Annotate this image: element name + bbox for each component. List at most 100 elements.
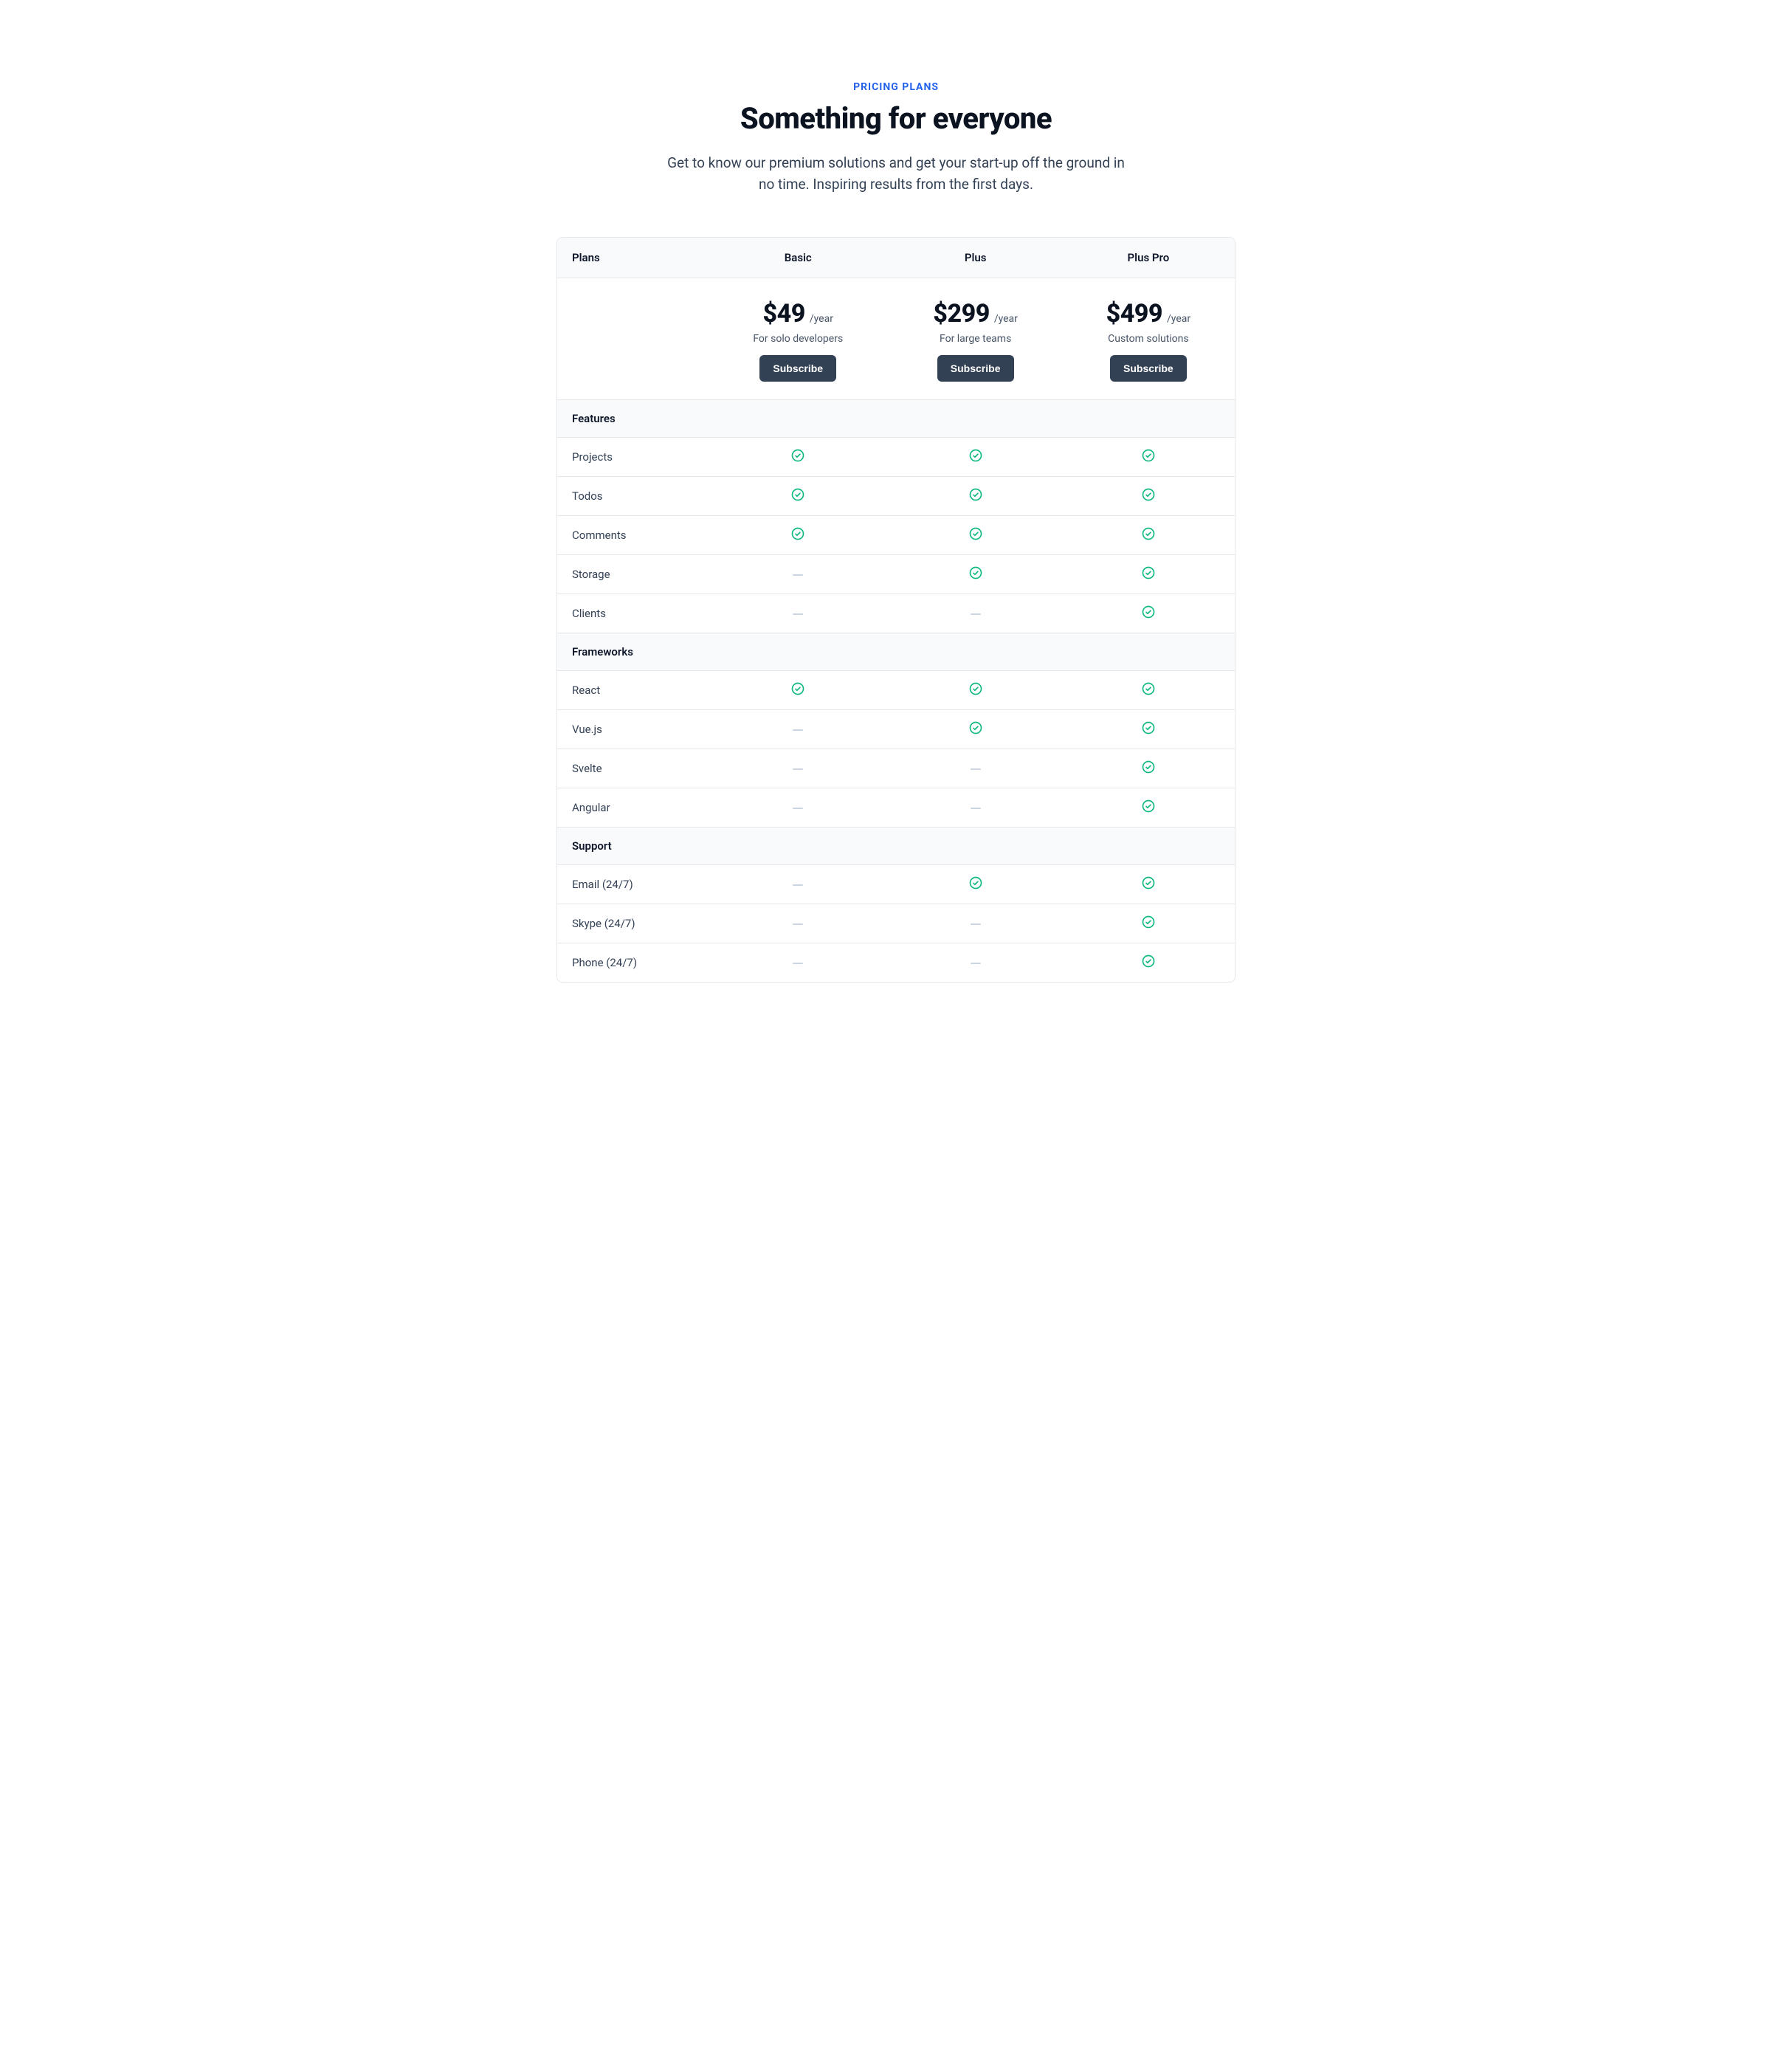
period-basic: /year [810, 313, 833, 325]
check-icon [968, 487, 983, 502]
feature-row: Clients [557, 594, 1235, 633]
feature-value [1062, 476, 1235, 515]
dash-icon [971, 963, 981, 964]
pricing-table-card: Plans Basic Plus Plus Pro $49 /year For … [556, 237, 1236, 983]
price-cell-plus: $299 /year For large teams Subscribe [889, 278, 1062, 399]
feature-row: Vue.js [557, 709, 1235, 749]
feature-value [1062, 515, 1235, 554]
dash-icon [793, 768, 803, 770]
plan-header-row: Plans Basic Plus Plus Pro [557, 238, 1235, 278]
subscribe-button-plus[interactable]: Subscribe [937, 355, 1014, 382]
check-icon [968, 720, 983, 735]
page-subtitle: Get to know our premium solutions and ge… [660, 152, 1132, 196]
price-plus: $299 [933, 299, 989, 328]
check-icon [790, 526, 805, 541]
feature-value [707, 437, 889, 476]
feature-row: Comments [557, 515, 1235, 554]
feature-row: React [557, 670, 1235, 709]
feature-label: Email (24/7) [557, 864, 707, 904]
feature-value [889, 749, 1062, 788]
check-icon [1141, 448, 1156, 463]
check-icon [1141, 565, 1156, 580]
feature-value [707, 476, 889, 515]
dash-icon [793, 729, 803, 731]
feature-value [1062, 709, 1235, 749]
plan-desc-plus: For large teams [898, 333, 1053, 345]
check-icon [968, 448, 983, 463]
dash-icon [793, 613, 803, 615]
feature-value [1062, 554, 1235, 594]
dash-icon [793, 574, 803, 576]
feature-value [889, 594, 1062, 633]
check-icon [790, 448, 805, 463]
check-icon [968, 681, 983, 696]
feature-label: React [557, 670, 707, 709]
subscribe-button-basic[interactable]: Subscribe [759, 355, 836, 382]
plan-header-plus: Plus [889, 238, 1062, 278]
pricing-page: PRICING PLANS Something for everyone Get… [527, 0, 1265, 1042]
subscribe-button-pluspro[interactable]: Subscribe [1110, 355, 1187, 382]
check-icon [1141, 876, 1156, 890]
check-icon [968, 876, 983, 890]
check-icon [968, 565, 983, 580]
section-row: Frameworks [557, 633, 1235, 670]
plan-desc-pluspro: Custom solutions [1071, 333, 1226, 345]
plan-desc-basic: For solo developers [716, 333, 881, 345]
feature-value [889, 437, 1062, 476]
feature-value [707, 943, 889, 982]
check-icon [1141, 681, 1156, 696]
section-title: Support [557, 827, 1235, 864]
feature-label: Comments [557, 515, 707, 554]
check-icon [1141, 954, 1156, 969]
feature-value [707, 515, 889, 554]
feature-row: Email (24/7) [557, 864, 1235, 904]
feature-row: Svelte [557, 749, 1235, 788]
section-title: Frameworks [557, 633, 1235, 670]
feature-value [889, 788, 1062, 827]
feature-label: Vue.js [557, 709, 707, 749]
check-icon [1141, 605, 1156, 619]
feature-value [1062, 864, 1235, 904]
check-icon [1141, 720, 1156, 735]
dash-icon [793, 808, 803, 809]
feature-label: Angular [557, 788, 707, 827]
feature-row: Projects [557, 437, 1235, 476]
plan-header-basic: Basic [707, 238, 889, 278]
feature-row: Skype (24/7) [557, 904, 1235, 943]
feature-label: Todos [557, 476, 707, 515]
check-icon [1141, 760, 1156, 774]
eyebrow: PRICING PLANS [556, 81, 1236, 93]
price-row: $49 /year For solo developers Subscribe … [557, 278, 1235, 399]
feature-value [1062, 670, 1235, 709]
feature-label: Clients [557, 594, 707, 633]
feature-label: Svelte [557, 749, 707, 788]
section-title: Features [557, 399, 1235, 437]
feature-value [707, 670, 889, 709]
dash-icon [971, 808, 981, 809]
feature-value [707, 554, 889, 594]
feature-value [1062, 749, 1235, 788]
feature-label: Projects [557, 437, 707, 476]
feature-row: Todos [557, 476, 1235, 515]
plans-header: Plans [557, 238, 707, 278]
feature-value [889, 864, 1062, 904]
feature-value [889, 904, 1062, 943]
check-icon [1141, 487, 1156, 502]
feature-row: Phone (24/7) [557, 943, 1235, 982]
price-cell-pluspro: $499 /year Custom solutions Subscribe [1062, 278, 1235, 399]
feature-value [1062, 437, 1235, 476]
dash-icon [971, 613, 981, 615]
check-icon [1141, 915, 1156, 929]
feature-value [889, 554, 1062, 594]
feature-value [889, 709, 1062, 749]
check-icon [1141, 799, 1156, 813]
check-icon [790, 487, 805, 502]
check-icon [790, 681, 805, 696]
check-icon [1141, 526, 1156, 541]
feature-value [1062, 594, 1235, 633]
feature-value [889, 476, 1062, 515]
feature-value [889, 670, 1062, 709]
feature-label: Storage [557, 554, 707, 594]
feature-value [707, 749, 889, 788]
period-plus: /year [994, 313, 1018, 325]
